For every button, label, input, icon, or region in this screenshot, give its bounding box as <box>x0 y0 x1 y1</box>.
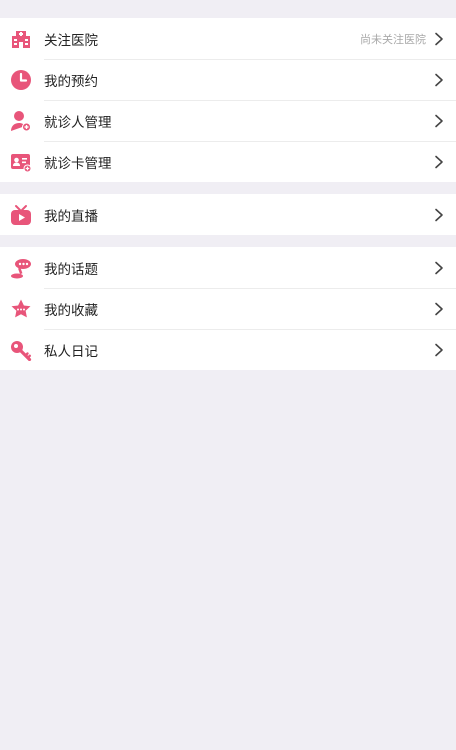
tv-icon <box>10 204 32 226</box>
menu-group-1: 关注医院 尚未关注医院 我的预约 就诊人管理 就诊卡管理 <box>0 18 456 182</box>
menu-item-label: 我的直播 <box>44 208 98 225</box>
clock-icon <box>10 69 32 91</box>
menu-item-my-live[interactable]: 我的直播 <box>0 194 456 235</box>
menu-item-label: 我的预约 <box>44 73 98 90</box>
chevron-right-icon <box>435 155 443 168</box>
menu-group-2: 我的直播 <box>0 194 456 235</box>
patient-icon <box>10 110 32 132</box>
menu-item-label: 我的收藏 <box>44 302 98 319</box>
menu-item-followed-hospitals[interactable]: 关注医院 尚未关注医院 <box>0 18 456 59</box>
card-icon <box>10 151 32 173</box>
star-icon <box>10 298 32 320</box>
group-spacer <box>0 182 456 194</box>
followed-hospital-status: 尚未关注医院 <box>360 32 426 46</box>
menu-item-my-appointments[interactable]: 我的预约 <box>0 59 456 100</box>
menu-item-label: 私人日记 <box>44 343 98 360</box>
menu-item-private-diary[interactable]: 私人日记 <box>0 329 456 370</box>
top-spacer <box>0 0 456 18</box>
menu-item-card-management[interactable]: 就诊卡管理 <box>0 141 456 182</box>
menu-item-label: 我的话题 <box>44 261 98 278</box>
chevron-right-icon <box>435 261 443 274</box>
key-icon <box>10 339 32 361</box>
menu-item-my-topics[interactable]: 我的话题 <box>0 247 456 288</box>
chevron-right-icon <box>435 114 443 127</box>
chevron-right-icon <box>435 343 443 356</box>
menu-group-3: 我的话题 我的收藏 私人日记 <box>0 247 456 370</box>
hospital-icon <box>10 28 32 50</box>
menu-item-label: 就诊卡管理 <box>44 155 112 172</box>
chevron-right-icon <box>435 32 443 45</box>
menu-item-my-favorites[interactable]: 我的收藏 <box>0 288 456 329</box>
chevron-right-icon <box>435 208 443 221</box>
menu-item-patient-management[interactable]: 就诊人管理 <box>0 100 456 141</box>
bottom-background <box>0 370 456 750</box>
chevron-right-icon <box>435 73 443 86</box>
group-spacer <box>0 235 456 247</box>
menu-item-label: 关注医院 <box>44 32 98 49</box>
menu-item-label: 就诊人管理 <box>44 114 112 131</box>
chevron-right-icon <box>435 302 443 315</box>
topic-icon <box>10 257 32 279</box>
